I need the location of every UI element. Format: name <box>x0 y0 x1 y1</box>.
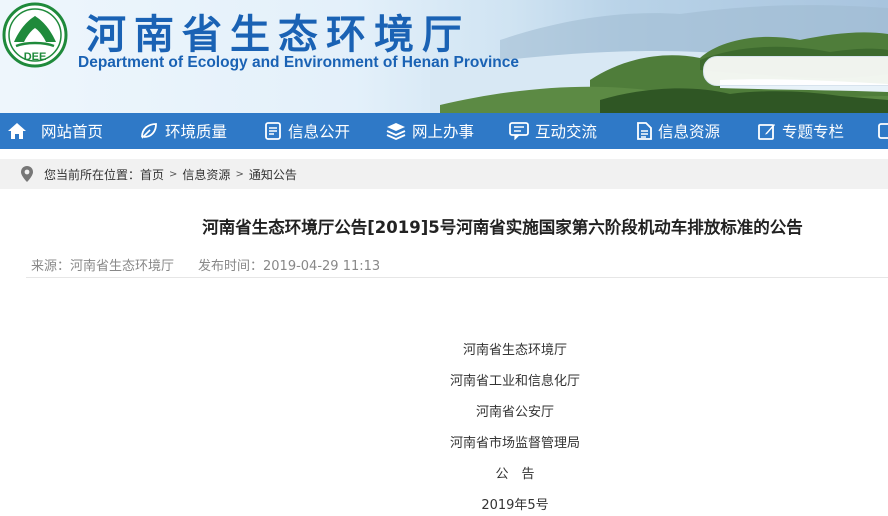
breadcrumb: 您当前所在位置： 首页 > 信息资源 > 通知公告 <box>0 159 888 189</box>
header-banner: DEE 河南省生态环境厅 Department of Ecology and E… <box>0 0 888 113</box>
body-line: 河南省市场监督管理局 <box>449 436 580 451</box>
article-source: 来源：河南省生态环境厅 <box>31 259 175 274</box>
body-line: 河南省公安厅 <box>475 405 554 420</box>
article-title: 河南省生态环境厅公告[2019]5号河南省实施国家第六阶段机动车排放标准的公告 <box>202 218 803 237</box>
nav-label: 信息公开 <box>288 123 351 141</box>
article-publish-time: 发布时间：2019-04-29 11:13 <box>198 259 381 274</box>
breadcrumb-separator: > <box>235 168 244 180</box>
home-icon <box>8 123 26 139</box>
nav-label: 网上办事 <box>412 123 475 141</box>
nav-item-more[interactable] <box>878 113 888 149</box>
breadcrumb-home[interactable]: 首页 <box>140 166 164 183</box>
chat-icon <box>509 122 529 140</box>
nav-item-environment-quality[interactable]: 环境质量 <box>139 113 227 149</box>
file-icon <box>637 122 652 140</box>
layers-icon <box>386 123 406 140</box>
nav-item-info-resources[interactable]: 信息资源 <box>636 113 720 149</box>
divider <box>26 277 888 278</box>
nav-label: 专题专栏 <box>782 123 845 141</box>
body-line: 2019年5号 <box>481 498 549 513</box>
nav-item-info-disclosure[interactable]: 信息公开 <box>264 113 350 149</box>
breadcrumb-notices[interactable]: 通知公告 <box>249 166 297 183</box>
breadcrumb-prefix: 您当前所在位置： <box>44 167 141 182</box>
site-title-cn: 河南省生态环境厅 <box>86 12 470 58</box>
breadcrumb-info-resources[interactable]: 信息资源 <box>182 166 230 183</box>
nav-item-interaction[interactable]: 互动交流 <box>509 113 597 149</box>
nav-item-online-services[interactable]: 网上办事 <box>386 113 474 149</box>
edit-icon <box>758 124 775 140</box>
nav-label: 网站首页 <box>41 123 104 141</box>
body-line: 河南省生态环境厅 <box>462 343 567 358</box>
main-nav: 网站首页 环境质量 信息公开 网上办事 互动交流 信息资源 专题专栏 <box>0 113 888 149</box>
nav-label: 互动交流 <box>535 123 598 141</box>
breadcrumb-separator: > <box>169 168 178 180</box>
body-line: 河南省工业和信息化厅 <box>449 374 580 389</box>
site-logo[interactable]: DEE <box>2 2 68 68</box>
site-title-en: Department of Ecology and Environment of… <box>78 54 519 71</box>
location-pin-icon <box>21 166 33 182</box>
nav-label: 环境质量 <box>165 123 228 141</box>
panel-icon <box>878 123 888 139</box>
nav-item-home[interactable]: 网站首页 <box>7 113 103 149</box>
nav-item-special-topics[interactable]: 专题专栏 <box>758 113 844 149</box>
document-icon <box>265 122 281 140</box>
search-input[interactable] <box>703 56 888 86</box>
leaf-icon <box>141 123 157 139</box>
body-line: 公 告 <box>495 467 535 482</box>
article-meta: 来源：河南省生态环境厅 发布时间：2019-04-29 11:13 <box>31 255 380 274</box>
logo-text: DEE <box>24 51 47 63</box>
nav-label: 信息资源 <box>658 123 721 141</box>
